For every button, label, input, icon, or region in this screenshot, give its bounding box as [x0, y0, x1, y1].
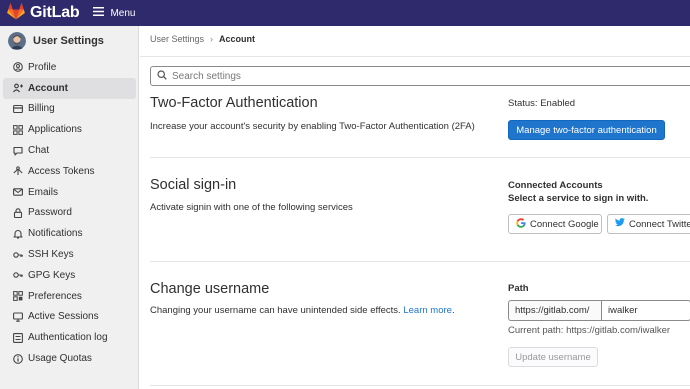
- key-icon: [13, 250, 23, 260]
- lock-icon: [13, 208, 23, 218]
- breadcrumb-parent-link[interactable]: User Settings: [150, 34, 204, 44]
- sidebar-item-label: Billing: [28, 103, 55, 115]
- two-factor-status: Status: Enabled: [508, 98, 576, 109]
- preferences-icon: [13, 291, 23, 302]
- sidebar-item-label: Preferences: [28, 290, 82, 302]
- sidebar-item-label: GPG Keys: [28, 269, 76, 281]
- social-signin-title: Social sign-in: [150, 177, 237, 193]
- sidebar-item-label: SSH Keys: [28, 249, 74, 261]
- bell-icon: [13, 229, 23, 239]
- connected-accounts-label: Connected Accounts: [508, 180, 603, 191]
- search-settings-box[interactable]: [150, 66, 690, 86]
- avatar: [8, 32, 26, 50]
- sidebar-item-password[interactable]: Password: [3, 203, 136, 224]
- two-factor-title: Two-Factor Authentication: [150, 95, 318, 111]
- sidebar-item-label: Profile: [28, 61, 57, 73]
- social-signin-description: Activate signin with one of the followin…: [150, 202, 353, 213]
- sidebar-item-account[interactable]: Account: [3, 77, 136, 99]
- top-bar: GitLab Menu: [0, 0, 690, 26]
- change-username-text: Changing your username can have unintend…: [150, 305, 401, 316]
- sidebar-item-label: Emails: [28, 186, 59, 198]
- list-icon: [13, 332, 23, 343]
- info-icon: [13, 353, 23, 364]
- breadcrumb-current[interactable]: Account: [219, 34, 255, 44]
- sidebar-item-label: Notifications: [28, 228, 83, 240]
- menu-button[interactable]: Menu: [93, 7, 135, 19]
- sidebar-item-usage-quotas[interactable]: Usage Quotas: [3, 348, 136, 369]
- connect-twitter-button[interactable]: Connect Twitter: [607, 214, 690, 234]
- key-icon: [13, 270, 23, 280]
- brand-name: GitLab: [30, 4, 80, 21]
- two-factor-description: Increase your account's security by enab…: [150, 121, 475, 132]
- breadcrumb-divider: [140, 56, 690, 57]
- billing-icon: [13, 104, 23, 114]
- sidebar-item-profile[interactable]: Profile: [3, 57, 136, 78]
- sidebar-item-label: Chat: [28, 145, 50, 157]
- sidebar-item-label: Access Tokens: [28, 165, 95, 177]
- google-icon: [516, 217, 526, 231]
- sidebar-item-label: Account: [28, 82, 68, 94]
- sidebar: User Settings Profile Account Billing Ap…: [0, 26, 139, 389]
- sidebar-item-label: Authentication log: [28, 332, 108, 344]
- applications-icon: [13, 124, 23, 135]
- update-username-button[interactable]: Update username: [508, 347, 598, 367]
- change-username-title: Change username: [150, 281, 270, 297]
- select-service-label: Select a service to sign in with.: [508, 193, 649, 204]
- main-content: User Settings › Account Two-Factor Authe…: [140, 26, 690, 389]
- sidebar-item-label: Password: [28, 207, 72, 219]
- current-path-hint: Current path: https://gitlab.com/iwalker: [508, 325, 671, 336]
- twitter-icon: [615, 218, 625, 230]
- sidebar-item-authentication-log[interactable]: Authentication log: [3, 327, 136, 348]
- sidebar-item-active-sessions[interactable]: Active Sessions: [3, 307, 136, 328]
- search-icon: [157, 69, 167, 83]
- gitlab-home-link[interactable]: GitLab: [7, 3, 80, 23]
- breadcrumb-separator: ›: [210, 34, 214, 44]
- sidebar-item-label: Applications: [28, 124, 82, 136]
- description-period: .: [451, 305, 455, 316]
- token-icon: [13, 166, 23, 176]
- section-divider: [150, 385, 690, 386]
- path-label: Path: [508, 283, 529, 294]
- username-input[interactable]: [601, 300, 690, 321]
- change-username-description: Changing your username can have unintend…: [150, 305, 455, 316]
- sidebar-item-ssh-keys[interactable]: SSH Keys: [3, 244, 136, 265]
- section-divider: [150, 157, 690, 158]
- sidebar-item-label: Usage Quotas: [28, 353, 92, 365]
- breadcrumb: User Settings › Account: [150, 34, 255, 44]
- profile-icon: [13, 62, 23, 73]
- section-divider: [150, 261, 690, 262]
- hamburger-icon: [93, 7, 105, 19]
- monitor-icon: [13, 312, 23, 322]
- search-input[interactable]: [172, 70, 672, 82]
- sidebar-item-emails[interactable]: Emails: [3, 182, 136, 203]
- connect-google-label: Connect Google: [530, 218, 599, 230]
- sidebar-item-notifications[interactable]: Notifications: [3, 223, 136, 244]
- menu-label: Menu: [110, 7, 136, 19]
- gitlab-logo-icon: [7, 3, 25, 23]
- sidebar-item-chat[interactable]: Chat: [3, 140, 136, 161]
- sidebar-title: User Settings: [33, 35, 104, 47]
- connect-google-button[interactable]: Connect Google: [508, 214, 602, 234]
- account-icon: [13, 83, 23, 93]
- mail-icon: [13, 187, 23, 197]
- manage-two-factor-button[interactable]: Manage two-factor authentication: [508, 120, 665, 140]
- sidebar-item-access-tokens[interactable]: Access Tokens: [3, 161, 136, 182]
- username-path-group: https://gitlab.com/: [508, 300, 690, 321]
- sidebar-header[interactable]: User Settings: [0, 26, 138, 56]
- sidebar-item-preferences[interactable]: Preferences: [3, 286, 136, 307]
- learn-more-link[interactable]: Learn more: [403, 305, 452, 316]
- sidebar-item-billing[interactable]: Billing: [3, 99, 136, 120]
- sidebar-item-gpg-keys[interactable]: GPG Keys: [3, 265, 136, 286]
- sidebar-item-label: Active Sessions: [28, 311, 99, 323]
- sidebar-item-applications[interactable]: Applications: [3, 119, 136, 140]
- path-prefix: https://gitlab.com/: [508, 300, 601, 321]
- chat-icon: [13, 146, 23, 156]
- connect-twitter-label: Connect Twitter: [629, 218, 690, 230]
